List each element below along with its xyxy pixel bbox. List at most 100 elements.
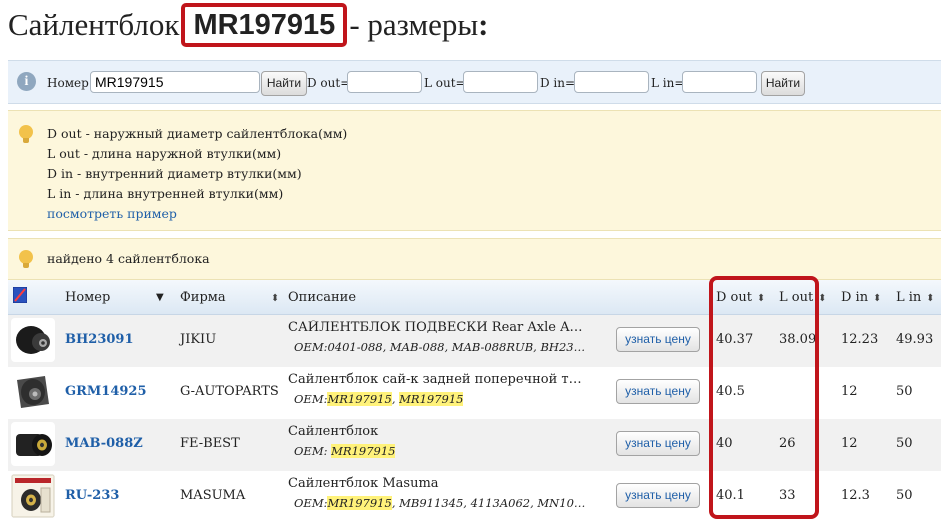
oem-label: OEM: bbox=[294, 340, 328, 354]
sort-toggle-icon: ⬍ bbox=[873, 293, 882, 304]
firm-name: JIKIU bbox=[180, 332, 217, 347]
d-in-value: 12.3 bbox=[841, 488, 870, 503]
column-header-d-in[interactable]: D in ⬍ bbox=[841, 290, 881, 305]
title-part-number: MR197915 bbox=[181, 3, 348, 47]
legend-line: L in - длина внутренней втулки(мм) bbox=[47, 186, 284, 201]
sort-toggle-icon: ⬍ bbox=[818, 293, 827, 304]
d-out-value: 40.1 bbox=[716, 488, 745, 503]
l-out-value: 26 bbox=[779, 436, 796, 451]
l-in-input[interactable] bbox=[682, 71, 757, 93]
number-label: Номер bbox=[47, 76, 89, 90]
l-in-value: 50 bbox=[896, 384, 913, 399]
dimensions-legend: D out - наружный диаметр сайлентблока(мм… bbox=[8, 110, 941, 231]
firm-name: G-AUTOPARTS bbox=[180, 384, 279, 399]
oem-highlight: MR197915 bbox=[399, 392, 464, 406]
oem-numbers: OEM:0401-088, MAB-088, MAB-088RUB, BH230… bbox=[294, 340, 592, 354]
legend-line: D in - внутренний диаметр втулки(мм) bbox=[47, 166, 302, 181]
column-header-number-label: Номер bbox=[65, 290, 111, 305]
sort-desc-icon[interactable]: ▼ bbox=[156, 292, 164, 303]
view-example-link[interactable]: посмотреть пример bbox=[47, 206, 177, 221]
d-in-value: 12.23 bbox=[841, 332, 879, 347]
found-count-note: найдено 4 сайлентблока bbox=[8, 238, 941, 280]
check-price-button[interactable]: узнать цену bbox=[616, 431, 700, 456]
column-header-firm-label: Фирма bbox=[180, 290, 226, 305]
d-out-input[interactable] bbox=[347, 71, 422, 93]
column-header-l-out-label: L out bbox=[779, 290, 814, 305]
title-dash: - bbox=[349, 7, 360, 42]
sort-toggle-icon[interactable]: ⬍ bbox=[266, 290, 279, 305]
oem-highlight: MR197915 bbox=[327, 496, 392, 510]
page-title: Сайлентблок MR197915- размеры: bbox=[8, 2, 489, 48]
table-row[interactable]: MAB-088Z FE-BEST Сайлентблок OEM: MR1979… bbox=[8, 419, 941, 471]
part-number-link[interactable]: GRM14925 bbox=[65, 384, 147, 399]
find-button[interactable]: Найти bbox=[261, 71, 307, 96]
column-header-d-in-label: D in bbox=[841, 290, 869, 305]
oem-highlight: MR197915 bbox=[327, 392, 392, 406]
legend-line: L out - длина наружной втулки(мм) bbox=[47, 146, 282, 161]
legend-line: D out - наружный диаметр сайлентблока(мм… bbox=[47, 126, 348, 141]
d-in-value: 12 bbox=[841, 384, 858, 399]
l-in-label: L in= bbox=[651, 76, 685, 90]
oem-numbers: OEM:MR197915, MB911345, 4113A062, MN1000… bbox=[294, 496, 592, 510]
info-icon: i bbox=[17, 72, 36, 91]
product-thumbnail[interactable] bbox=[11, 318, 55, 362]
title-colon: : bbox=[478, 7, 489, 42]
d-in-input[interactable] bbox=[574, 71, 649, 93]
product-thumbnail[interactable] bbox=[11, 370, 55, 414]
sort-toggle-icon: ⬍ bbox=[926, 293, 935, 304]
product-description: САЙЛЕНТБЛОК ПОДВЕСКИ Rear Axle Arm/Rear … bbox=[288, 320, 588, 335]
column-header-d-out-label: D out bbox=[716, 290, 752, 305]
part-number-link[interactable]: BH23091 bbox=[65, 332, 134, 347]
d-in-label: D in= bbox=[540, 76, 576, 90]
column-header-firm[interactable]: Фирма bbox=[180, 290, 226, 305]
oem-label: OEM: bbox=[294, 392, 328, 406]
d-out-value: 40.5 bbox=[716, 384, 745, 399]
column-header-d-out[interactable]: D out ⬍ bbox=[716, 290, 765, 305]
found-count-text: найдено 4 сайлентблока bbox=[47, 251, 210, 266]
lightbulb-icon bbox=[19, 125, 33, 143]
check-price-button[interactable]: узнать цену bbox=[616, 379, 700, 404]
column-header-number[interactable]: Номер bbox=[65, 290, 110, 305]
product-description: Сайлентблок Masuma bbox=[288, 476, 439, 491]
find-dimensions-button[interactable]: Найти bbox=[761, 71, 805, 96]
title-prefix: Сайлентблок bbox=[8, 7, 180, 42]
l-in-value: 50 bbox=[896, 488, 913, 503]
column-header-description[interactable]: Описание bbox=[288, 290, 356, 305]
l-out-value: 33 bbox=[779, 488, 796, 503]
part-number-link[interactable]: RU-233 bbox=[65, 488, 119, 503]
d-out-value: 40 bbox=[716, 436, 733, 451]
number-input[interactable] bbox=[90, 71, 260, 93]
product-description: Сайлентблок bbox=[288, 424, 379, 439]
column-header-l-in[interactable]: L in ⬍ bbox=[896, 290, 935, 305]
d-out-value: 40.37 bbox=[716, 332, 754, 347]
table-row[interactable]: BH23091 JIKIU САЙЛЕНТБЛОК ПОДВЕСКИ Rear … bbox=[8, 315, 941, 367]
l-in-value: 49.93 bbox=[896, 332, 934, 347]
column-header-l-in-label: L in bbox=[896, 290, 922, 305]
l-out-input[interactable] bbox=[463, 71, 538, 93]
check-price-button[interactable]: узнать цену bbox=[616, 327, 700, 352]
table-header: Номер ▼ Фирма ⬍ Описание D out ⬍ L out ⬍ D… bbox=[8, 280, 941, 315]
oem-rest: 0401-088, MAB-088, MAB-088RUB, BH23090, … bbox=[327, 340, 592, 354]
oem-label: OEM: bbox=[294, 496, 328, 510]
sort-toggle-icon: ⬍ bbox=[756, 293, 766, 304]
column-header-description-label: Описание bbox=[288, 290, 357, 305]
table-row[interactable]: GRM14925 G-AUTOPARTS Сайлентблок сай-к з… bbox=[8, 367, 941, 419]
product-thumbnail[interactable] bbox=[11, 422, 55, 466]
d-in-value: 12 bbox=[841, 436, 858, 451]
column-header-l-out[interactable]: L out ⬍ bbox=[779, 290, 827, 305]
firm-name: FE-BEST bbox=[180, 436, 240, 451]
oem-numbers: OEM: MR197915 bbox=[294, 444, 592, 458]
search-bar: i Номер Найти D out= L out= D in= L in= … bbox=[8, 60, 941, 104]
lightbulb-icon bbox=[19, 250, 33, 268]
l-in-value: 50 bbox=[896, 436, 913, 451]
firm-name: MASUMA bbox=[180, 488, 246, 503]
export-icon[interactable] bbox=[13, 287, 27, 303]
table-row[interactable]: RU-233 MASUMA Сайлентблок Masuma OEM:MR1… bbox=[8, 471, 941, 523]
l-out-value: 38.09 bbox=[779, 332, 817, 347]
check-price-button[interactable]: узнать цену bbox=[616, 483, 700, 508]
oem-highlight: MR197915 bbox=[331, 444, 396, 458]
d-out-label: D out= bbox=[307, 76, 351, 90]
part-number-link[interactable]: MAB-088Z bbox=[65, 436, 143, 451]
product-thumbnail[interactable] bbox=[11, 474, 55, 518]
product-description: Сайлентблок сай-к задней поперечной тяги… bbox=[288, 372, 588, 387]
